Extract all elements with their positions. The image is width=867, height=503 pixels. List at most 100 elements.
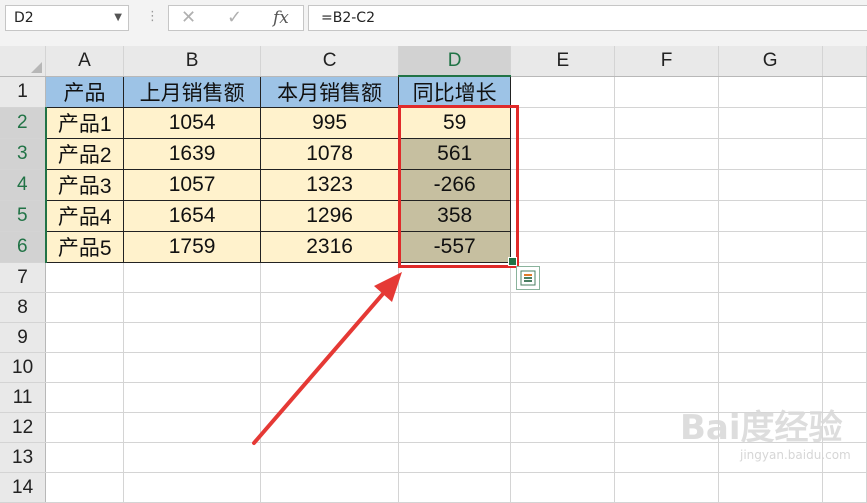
cell[interactable] xyxy=(510,76,616,108)
row-header-11[interactable]: 11 xyxy=(0,382,47,413)
cell[interactable] xyxy=(510,200,616,232)
cell[interactable] xyxy=(718,200,823,232)
cell[interactable] xyxy=(123,322,262,353)
cell[interactable] xyxy=(123,352,262,383)
cell-d5[interactable]: 358 xyxy=(397,200,512,232)
cell[interactable] xyxy=(45,352,124,383)
cell[interactable] xyxy=(822,231,867,263)
cell[interactable] xyxy=(398,472,512,503)
cell[interactable] xyxy=(510,138,616,170)
row-header-14[interactable]: 14 xyxy=(0,472,47,503)
cell[interactable] xyxy=(822,138,867,170)
cell-b5[interactable]: 1654 xyxy=(122,200,262,232)
row-header-6[interactable]: 6 xyxy=(0,231,47,263)
cell[interactable] xyxy=(45,322,124,353)
cell[interactable] xyxy=(614,292,719,323)
cell[interactable] xyxy=(822,107,867,139)
cell[interactable] xyxy=(614,169,719,201)
row-header-4[interactable]: 4 xyxy=(0,169,47,201)
cell-a3[interactable]: 产品2 xyxy=(45,138,124,170)
cell[interactable] xyxy=(614,231,719,263)
cell[interactable] xyxy=(123,382,262,413)
row-header-10[interactable]: 10 xyxy=(0,352,47,383)
column-header-b[interactable]: B xyxy=(123,46,262,77)
cell-c1[interactable]: 本月销售额 xyxy=(260,75,399,108)
cell[interactable] xyxy=(45,292,124,323)
cell-b6[interactable]: 1759 xyxy=(122,231,262,263)
cell[interactable] xyxy=(260,412,399,443)
cell[interactable] xyxy=(510,352,616,383)
cell[interactable] xyxy=(45,382,124,413)
cell-c4[interactable]: 1323 xyxy=(260,169,399,201)
cell-a5[interactable]: 产品4 xyxy=(45,200,124,232)
row-header-3[interactable]: 3 xyxy=(0,138,47,170)
row-header-2[interactable]: 2 xyxy=(0,107,47,139)
formula-input[interactable]: =B2-C2 xyxy=(308,5,867,31)
cell[interactable] xyxy=(510,322,616,353)
cell[interactable] xyxy=(510,292,616,323)
cell[interactable] xyxy=(398,322,512,353)
cell[interactable] xyxy=(123,292,262,323)
cell[interactable] xyxy=(822,76,867,108)
cell[interactable] xyxy=(510,412,616,443)
row-header-1[interactable]: 1 xyxy=(0,76,47,108)
cell[interactable] xyxy=(614,352,719,383)
cell[interactable] xyxy=(718,262,823,293)
cell-a2[interactable]: 产品1 xyxy=(45,107,124,139)
cell[interactable] xyxy=(614,322,719,353)
cell[interactable] xyxy=(123,412,262,443)
row-header-7[interactable]: 7 xyxy=(0,262,47,293)
cell[interactable] xyxy=(123,442,262,473)
cell[interactable] xyxy=(614,200,719,232)
cell[interactable] xyxy=(614,138,719,170)
cell-b4[interactable]: 1057 xyxy=(122,169,262,201)
cell[interactable] xyxy=(260,352,399,383)
name-box[interactable]: D2 ▼ xyxy=(5,5,129,31)
cell-a1[interactable]: 产品 xyxy=(45,75,124,108)
cell-d2-active[interactable]: 59 xyxy=(397,107,512,139)
chevron-down-icon[interactable]: ▼ xyxy=(114,6,122,30)
cell[interactable] xyxy=(510,231,616,263)
row-header-5[interactable]: 5 xyxy=(0,200,47,232)
row-header-13[interactable]: 13 xyxy=(0,442,47,473)
column-header-h[interactable] xyxy=(822,46,867,77)
cell-b2[interactable]: 1054 xyxy=(122,107,262,139)
cell[interactable] xyxy=(123,262,262,293)
cell[interactable] xyxy=(45,472,124,503)
cell[interactable] xyxy=(822,292,867,323)
cell[interactable] xyxy=(45,262,124,293)
cell[interactable] xyxy=(718,231,823,263)
cell[interactable] xyxy=(123,472,262,503)
cell[interactable] xyxy=(398,352,512,383)
cell[interactable] xyxy=(510,382,616,413)
column-header-c[interactable]: C xyxy=(260,46,399,77)
cell[interactable] xyxy=(398,382,512,413)
cell[interactable] xyxy=(822,322,867,353)
cell-a6[interactable]: 产品5 xyxy=(45,231,124,263)
cell-c6[interactable]: 2316 xyxy=(260,231,399,263)
cell[interactable] xyxy=(260,262,399,293)
column-header-g[interactable]: G xyxy=(718,46,823,77)
separator-dots-icon[interactable]: ⋮ xyxy=(146,8,159,26)
cell[interactable] xyxy=(718,169,823,201)
cell[interactable] xyxy=(718,76,823,108)
cell[interactable] xyxy=(260,322,399,353)
cell[interactable] xyxy=(45,412,124,443)
cell[interactable] xyxy=(718,292,823,323)
cell[interactable] xyxy=(718,352,823,383)
cell[interactable] xyxy=(718,322,823,353)
cell[interactable] xyxy=(510,107,616,139)
cell-d4[interactable]: -266 xyxy=(397,169,512,201)
cell[interactable] xyxy=(45,442,124,473)
fill-handle[interactable] xyxy=(508,257,517,266)
row-header-12[interactable]: 12 xyxy=(0,412,47,443)
row-header-9[interactable]: 9 xyxy=(0,322,47,353)
cell-a4[interactable]: 产品3 xyxy=(45,169,124,201)
cell[interactable] xyxy=(398,262,512,293)
cell-b1[interactable]: 上月销售额 xyxy=(122,75,262,108)
cell[interactable] xyxy=(822,169,867,201)
cell[interactable] xyxy=(398,442,512,473)
cell-d6[interactable]: -557 xyxy=(397,231,512,263)
cell[interactable] xyxy=(398,412,512,443)
cell[interactable] xyxy=(510,442,616,473)
